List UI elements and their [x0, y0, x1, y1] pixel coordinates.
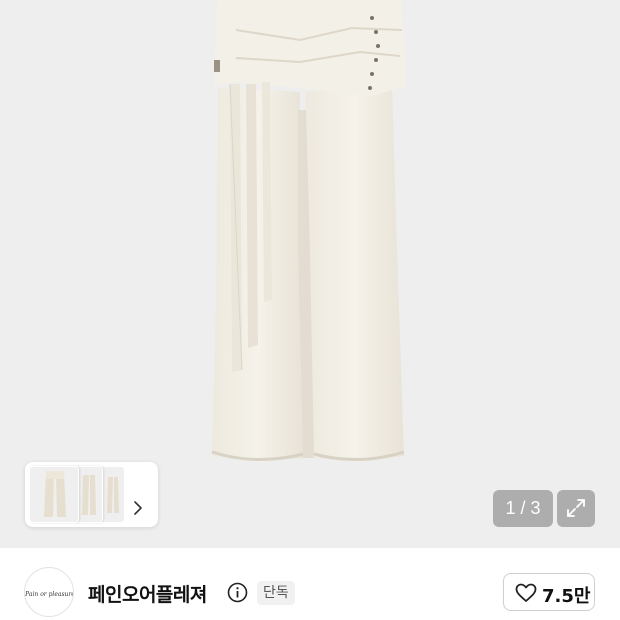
image-page-counter: 1 / 3 — [493, 490, 553, 527]
product-detail-page: AI 1 / 3 Pain or pleasure 페인오어플레져 — [0, 0, 620, 620]
chevron-right-icon[interactable] — [133, 500, 143, 519]
heart-icon — [515, 583, 537, 602]
expand-button[interactable] — [557, 490, 595, 527]
like-button[interactable]: 7.5만 — [503, 573, 595, 611]
brand-name[interactable]: 페인오어플레져 — [88, 580, 207, 607]
expand-icon — [567, 499, 585, 517]
svg-text:Pain or pleasure: Pain or pleasure — [25, 591, 74, 598]
exclusive-badge: 단독 — [257, 581, 295, 605]
brand-bar: Pain or pleasure 페인오어플레져 단독 7.5만 — [0, 548, 620, 620]
like-count: 7.5만 — [542, 586, 591, 607]
thumbnail-1 — [29, 466, 79, 523]
brand-logo[interactable]: Pain or pleasure — [24, 567, 74, 617]
info-icon[interactable] — [227, 582, 248, 607]
thumbnail-stack — [29, 466, 125, 523]
